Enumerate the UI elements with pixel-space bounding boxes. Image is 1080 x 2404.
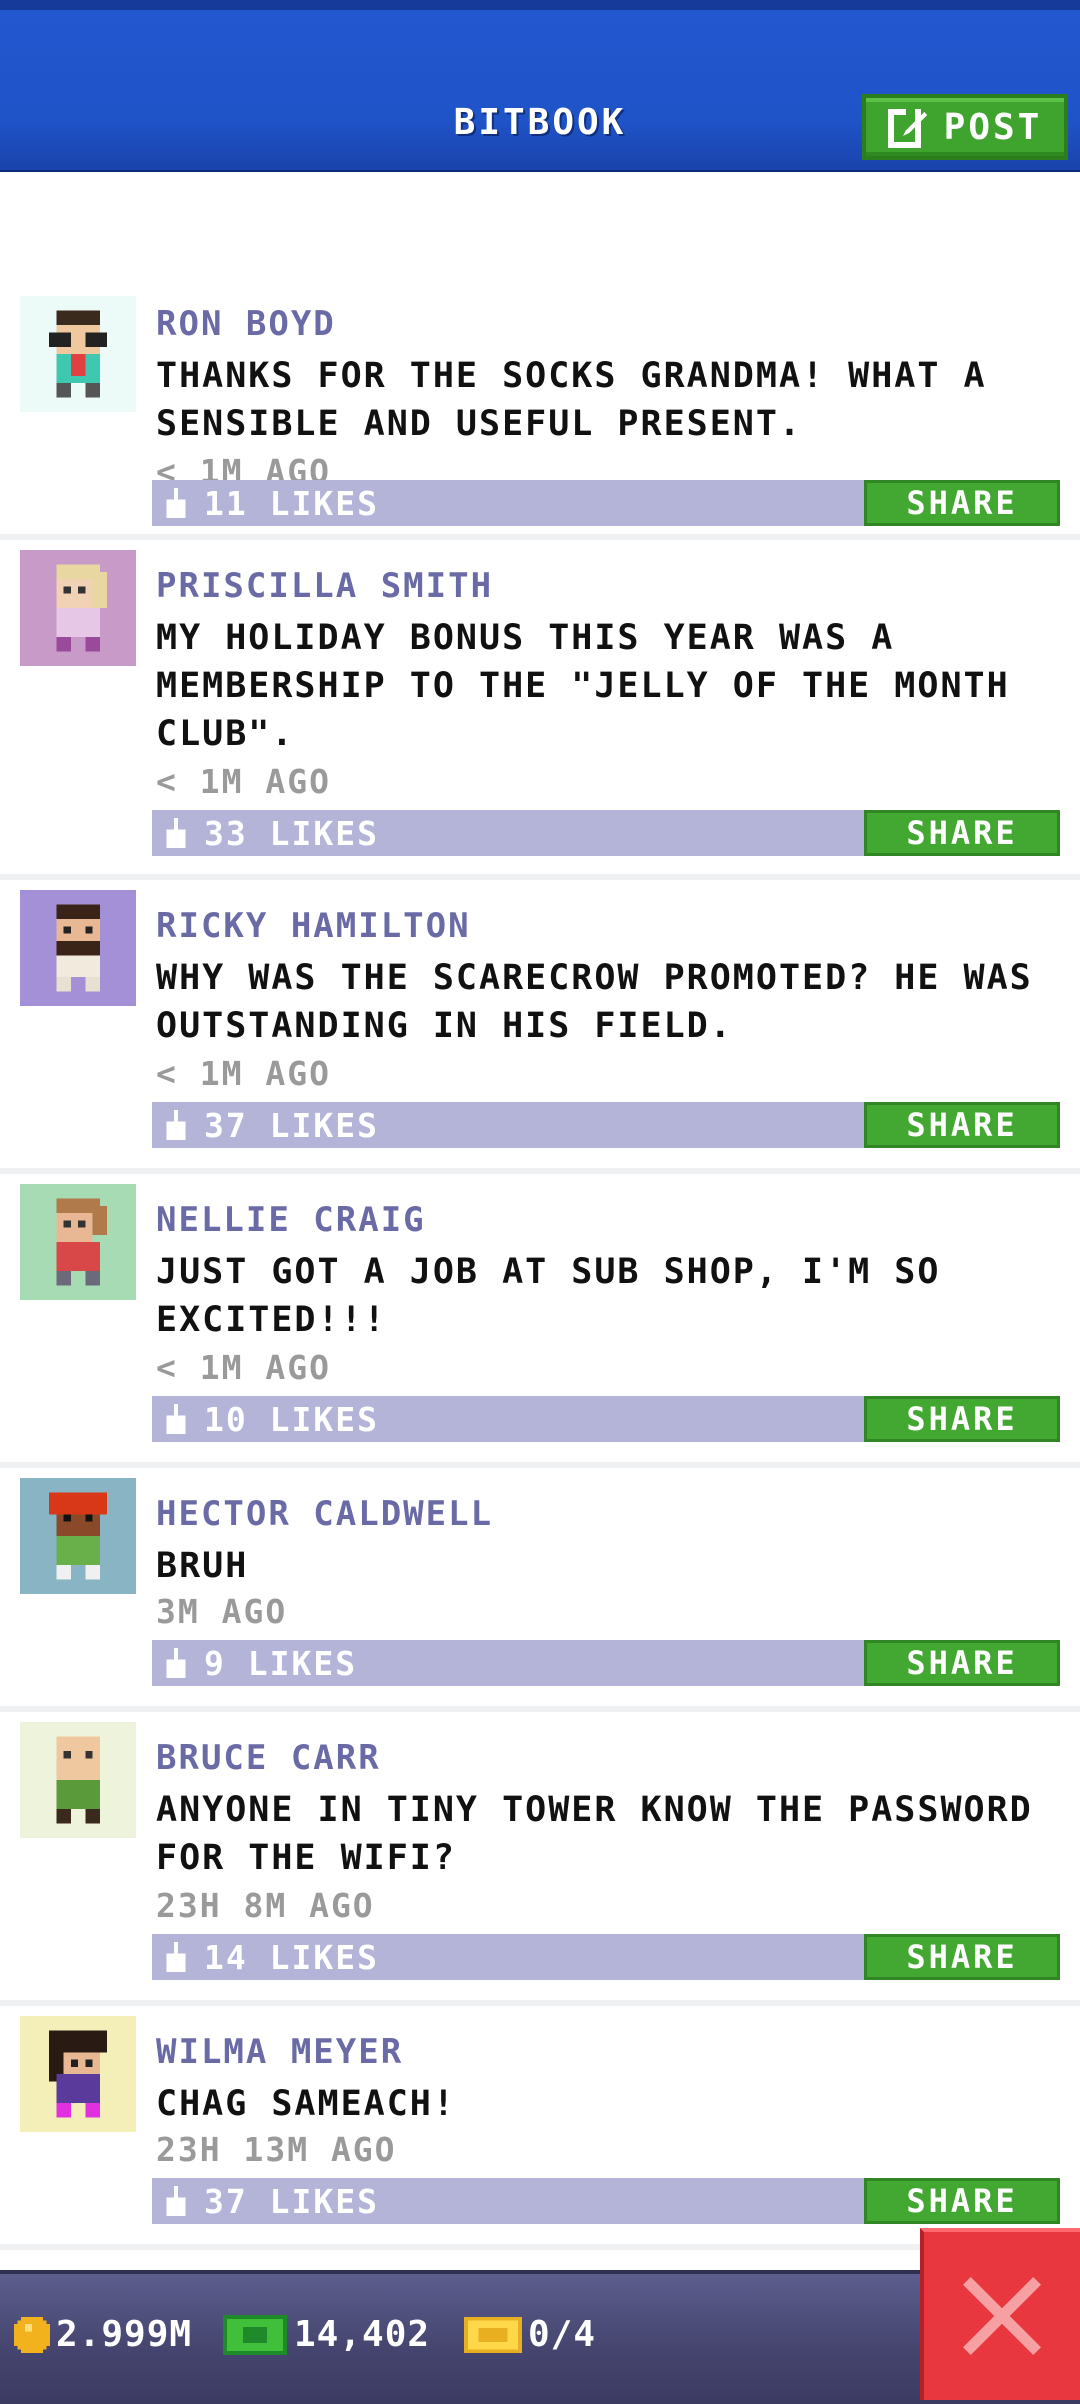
- post-time: 3M AGO: [156, 1592, 288, 1631]
- feed-post: HECTOR CALDWELL BRUH 3M AGO 9 LIKES SHAR…: [0, 1468, 1080, 1712]
- bux-stat: 14,402: [222, 2314, 430, 2355]
- post-time: 23H 8M AGO: [156, 1886, 375, 1925]
- post-message: CHAG SAMEACH!: [156, 2084, 456, 2124]
- feed-post: RON BOYD THANKS FOR THE SOCKS GRANDMA! W…: [0, 270, 1080, 540]
- post-message: WHY WAS THE SCARECROW PROMOTED? HE WAS O…: [156, 958, 1033, 1046]
- feed-post: BRUCE CARR ANYONE IN TINY TOWER KNOW THE…: [0, 1712, 1080, 2006]
- share-button[interactable]: SHARE: [864, 1640, 1060, 1686]
- bux-value: 14,402: [294, 2314, 431, 2355]
- tickets-stat: 0/4: [464, 2314, 596, 2355]
- likes-bar: 9 LIKES SHARE: [152, 1640, 1060, 1686]
- post-message: BRUH: [156, 1546, 249, 1586]
- close-button[interactable]: [920, 2228, 1080, 2400]
- share-button[interactable]: SHARE: [864, 1934, 1060, 1980]
- thumbs-up-icon: [166, 1110, 186, 1140]
- post-author[interactable]: BRUCE CARR: [156, 1738, 381, 1778]
- thumbs-up-icon: [166, 488, 186, 518]
- avatar[interactable]: [20, 890, 136, 1006]
- post-message: ANYONE IN TINY TOWER KNOW THE PASSWORD F…: [156, 1790, 1033, 1878]
- likes-bar: 14 LIKES SHARE: [152, 1934, 1060, 1980]
- share-button[interactable]: SHARE: [864, 1396, 1060, 1442]
- avatar[interactable]: [20, 296, 136, 412]
- avatar[interactable]: [20, 1478, 136, 1594]
- person-beard-icon: [20, 890, 136, 1006]
- coins-value: 2.999M: [56, 2314, 193, 2355]
- likes-count: 37 LIKES: [204, 2182, 379, 2221]
- close-icon: [963, 2277, 1041, 2355]
- person-icon: [20, 1722, 136, 1838]
- post-message: THANKS FOR THE SOCKS GRANDMA! WHAT A SEN…: [156, 356, 987, 444]
- post-time: < 1M AGO: [156, 1054, 331, 1093]
- bux-icon: [223, 2314, 287, 2355]
- avatar[interactable]: [20, 2016, 136, 2132]
- avatar[interactable]: [20, 550, 136, 666]
- person-red-hair-icon: [20, 1478, 136, 1594]
- share-button[interactable]: SHARE: [864, 480, 1060, 526]
- post-author[interactable]: HECTOR CALDWELL: [156, 1494, 493, 1534]
- likes-bar: 11 LIKES SHARE: [152, 480, 1060, 526]
- avatar[interactable]: [20, 1722, 136, 1838]
- post-button-label: POST: [943, 106, 1043, 148]
- thumbs-up-icon: [166, 1648, 186, 1678]
- thumbs-up-icon: [166, 2186, 186, 2216]
- post-author[interactable]: WILMA MEYER: [156, 2032, 403, 2072]
- post-message: MY HOLIDAY BONUS THIS YEAR WAS A MEMBERS…: [156, 618, 1010, 754]
- likes-bar: 33 LIKES SHARE: [152, 810, 1060, 856]
- person-icon: [20, 550, 136, 666]
- post-time: < 1M AGO: [156, 1348, 331, 1387]
- post-author[interactable]: PRISCILLA SMITH: [156, 566, 493, 606]
- likes-bar: 37 LIKES SHARE: [152, 2178, 1060, 2224]
- person-glasses-icon: [20, 296, 136, 412]
- thumbs-up-icon: [166, 818, 186, 848]
- likes-count: 14 LIKES: [204, 1938, 379, 1977]
- edit-icon: [887, 109, 927, 148]
- likes-bar: 10 LIKES SHARE: [152, 1396, 1060, 1442]
- currency-bar: 2.999M 14,402 0/4: [0, 2270, 1080, 2404]
- tickets-value: 0/4: [528, 2314, 597, 2355]
- likes-count: 9 LIKES: [204, 1644, 358, 1683]
- post-author[interactable]: RICKY HAMILTON: [156, 906, 471, 946]
- ticket-icon: [464, 2316, 522, 2353]
- share-button[interactable]: SHARE: [864, 1102, 1060, 1148]
- share-button[interactable]: SHARE: [864, 810, 1060, 856]
- post-author[interactable]: RON BOYD: [156, 304, 336, 344]
- share-button[interactable]: SHARE: [864, 2178, 1060, 2224]
- thumbs-up-icon: [166, 1942, 186, 1972]
- post-author[interactable]: NELLIE CRAIG: [156, 1200, 426, 1240]
- thumbs-up-icon: [166, 1404, 186, 1434]
- feed-post: WILMA MEYER CHAG SAMEACH! 23H 13M AGO 37…: [0, 2006, 1080, 2250]
- feed-post: NELLIE CRAIG JUST GOT A JOB AT SUB SHOP,…: [0, 1174, 1080, 1468]
- post-message: JUST GOT A JOB AT SUB SHOP, I'M SO EXCIT…: [156, 1252, 941, 1340]
- feed-post: RICKY HAMILTON WHY WAS THE SCARECROW PRO…: [0, 880, 1080, 1174]
- coin-icon: [14, 2316, 50, 2353]
- likes-count: 33 LIKES: [204, 814, 379, 853]
- person-dark-hair-icon: [20, 2016, 136, 2132]
- top-bar: BITBOOK POST: [0, 0, 1080, 172]
- likes-count: 11 LIKES: [204, 484, 379, 523]
- post-button[interactable]: POST: [862, 94, 1068, 160]
- likes-count: 10 LIKES: [204, 1400, 379, 1439]
- avatar[interactable]: [20, 1184, 136, 1300]
- likes-bar: 37 LIKES SHARE: [152, 1102, 1060, 1148]
- post-time: < 1M AGO: [156, 762, 331, 801]
- feed-post: PRISCILLA SMITH MY HOLIDAY BONUS THIS YE…: [0, 540, 1080, 880]
- likes-count: 37 LIKES: [204, 1106, 379, 1145]
- post-time: 23H 13M AGO: [156, 2130, 397, 2169]
- coins-stat: 2.999M: [14, 2314, 192, 2355]
- person-icon: [20, 1184, 136, 1300]
